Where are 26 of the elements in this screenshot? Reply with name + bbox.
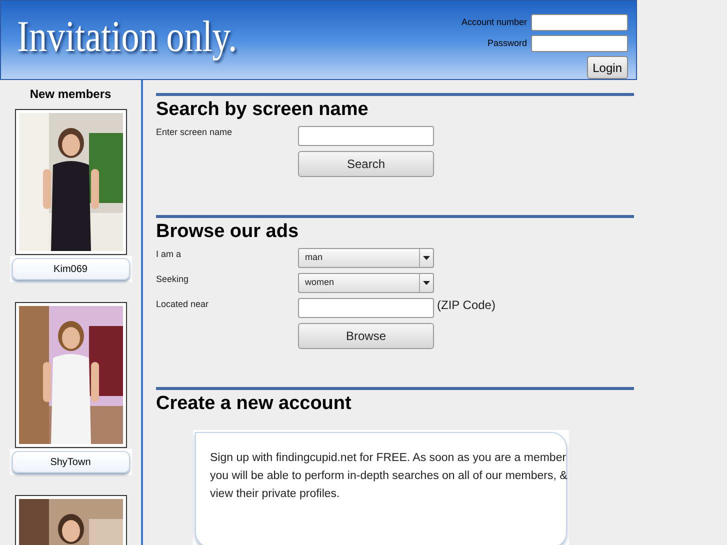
signup-description: Sign up with findingcupid.net for FREE. As soon as you are a member you will be able to perform in-depth searches on all of our members, & view their private profiles. <box>210 451 568 502</box>
field-label: Account number <box>461 16 527 29</box>
dropdown[interactable]: women <box>298 273 434 293</box>
field-hint: (ZIP Code) <box>437 298 496 312</box>
site-logo: Invitation only. <box>17 11 238 63</box>
search-button[interactable]: Search <box>298 151 434 177</box>
field-label: Enter screen name <box>156 126 234 139</box>
sidebar-title: New members <box>30 86 112 103</box>
field-label: Located near <box>156 298 210 311</box>
caret-icon <box>423 281 430 285</box>
screen-name-field[interactable] <box>298 126 434 146</box>
zip-code-field[interactable] <box>298 298 434 318</box>
login-button[interactable]: Login <box>586 56 628 79</box>
section-heading: Create a new account <box>156 392 352 416</box>
field-label: Password <box>487 36 527 50</box>
section-heading: Search by screen name <box>156 98 368 122</box>
section-heading: Browse our ads <box>156 220 299 244</box>
field-label: I am a <box>156 248 182 261</box>
member-name-tag[interactable]: Kim069 <box>12 258 130 280</box>
password-field[interactable] <box>531 35 628 52</box>
field-label: Seeking <box>156 273 190 286</box>
member-name-tag[interactable]: ShyTown <box>12 451 130 473</box>
caret-icon <box>423 256 430 260</box>
account-number-field[interactable] <box>531 14 628 31</box>
dropdown[interactable]: man <box>298 248 434 268</box>
browse-button[interactable]: Browse <box>298 323 434 349</box>
